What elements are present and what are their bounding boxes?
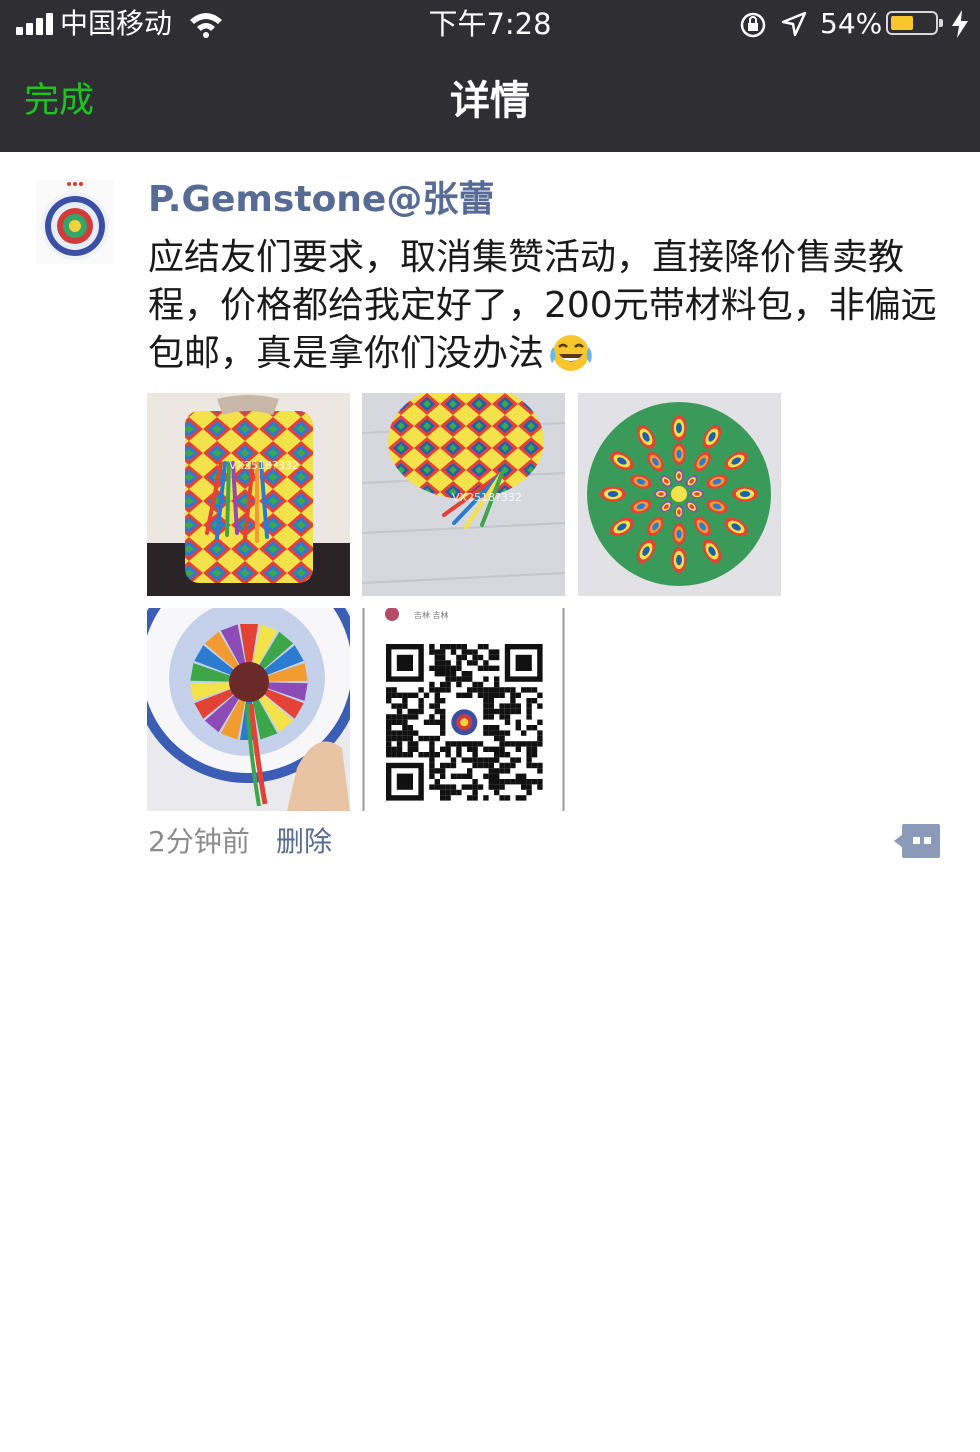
- battery-percentage: 54%: [820, 7, 883, 40]
- avatar[interactable]: [36, 180, 114, 264]
- battery-icon: [886, 11, 943, 35]
- status-bar: 中国移动 下午7:28 54%: [0, 0, 980, 50]
- location-icon: [781, 11, 807, 37]
- delete-button[interactable]: 删除: [276, 824, 332, 860]
- tears-of-joy-emoji-icon: [550, 335, 592, 371]
- post-body: 应结友们要求，取消集赞活动，直接降价售卖教程，价格都给我定好了，200元带材料包…: [148, 237, 937, 374]
- comment-menu-icon[interactable]: [894, 824, 940, 858]
- post-photo-5-qr-code[interactable]: 吉林 吉林: [362, 608, 565, 811]
- navigation-bar: 中国移动 下午7:28 54% 完成 详情: [0, 0, 980, 152]
- rotation-lock-icon: [740, 12, 766, 38]
- post-photo-4[interactable]: [147, 608, 350, 811]
- post-photo-2[interactable]: VX2518?332: [362, 393, 565, 596]
- post-time: 2分钟前: [148, 825, 250, 858]
- page-title: 详情: [450, 78, 530, 124]
- photo-watermark: VX2518?332: [229, 459, 299, 472]
- qr-caption: 吉林 吉林: [414, 611, 449, 620]
- author-name[interactable]: P.Gemstone@张蕾: [148, 178, 494, 222]
- photo-watermark: VX2518?332: [452, 491, 522, 504]
- post-text: 应结友们要求，取消集赞活动，直接降价售卖教程，价格都给我定好了，200元带材料包…: [148, 234, 948, 378]
- charging-icon: [952, 10, 968, 38]
- post-photo-3[interactable]: [578, 393, 781, 596]
- post-photo-1[interactable]: VX2518?332: [147, 393, 350, 596]
